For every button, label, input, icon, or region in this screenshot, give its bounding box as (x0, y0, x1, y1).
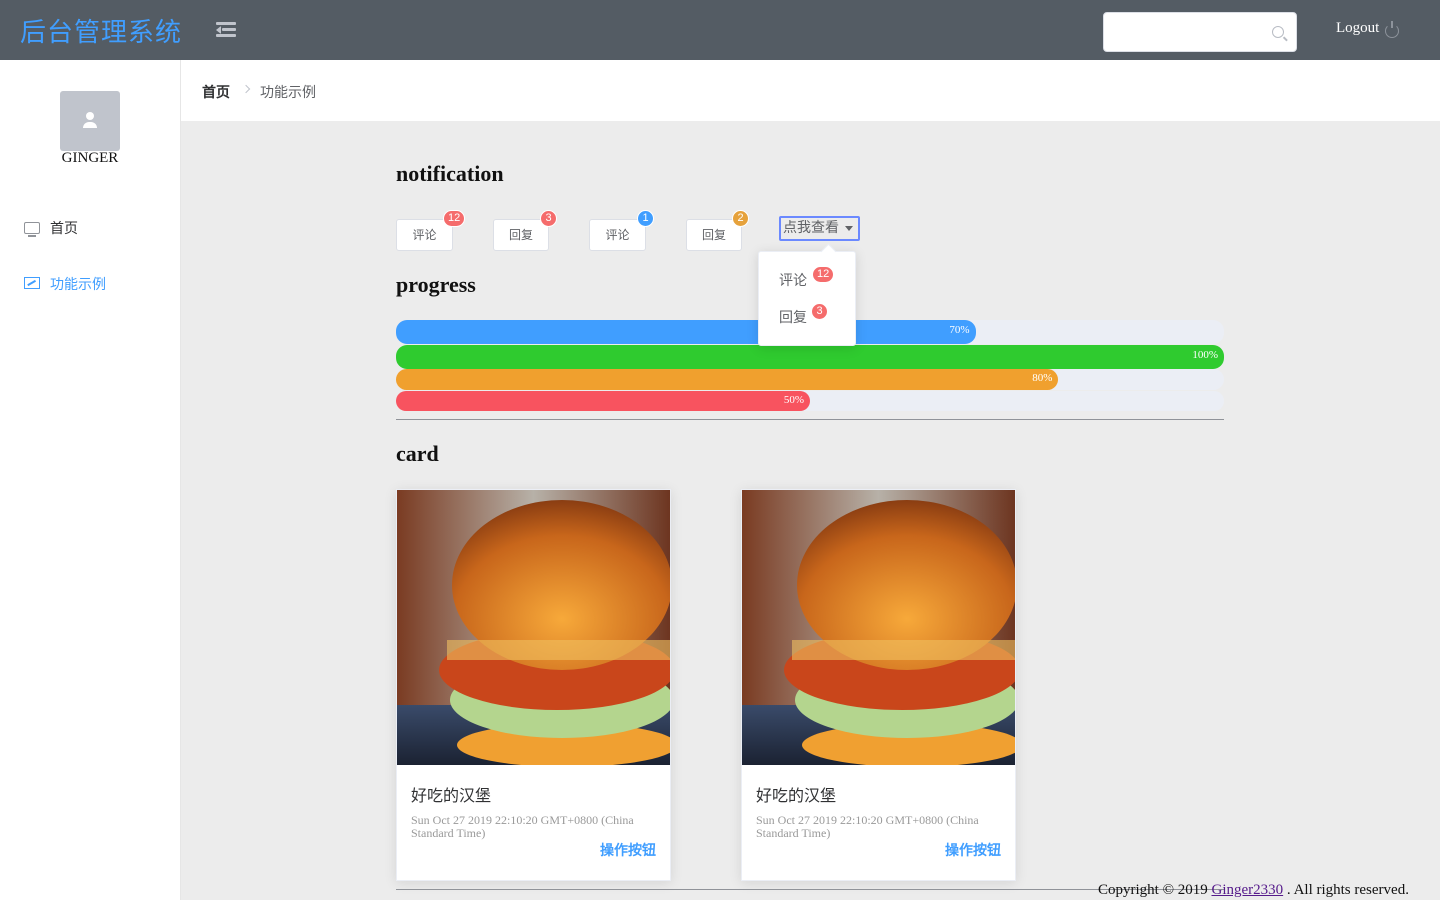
chevron-right-icon (241, 84, 251, 94)
button-label: 评论 (605, 228, 630, 242)
progress-fill: 100% (396, 345, 1224, 369)
badge-count: 3 (540, 210, 557, 227)
button-label: 回复 (701, 228, 726, 242)
breadcrumb: 首页 功能示例 (181, 60, 1440, 121)
power-icon[interactable] (1385, 21, 1399, 38)
product-card: 好吃的汉堡 Sun Oct 27 2019 22:10:20 GMT+0800 … (741, 489, 1016, 881)
caret-down-icon (845, 226, 853, 231)
username: GINGER (61, 150, 119, 166)
sidebar-item-label: 首页 (50, 222, 78, 237)
progress-text: 70% (949, 324, 970, 336)
card-title: 好吃的汉堡 (756, 788, 837, 805)
dropdown-trigger[interactable]: 点我查看 (779, 216, 860, 241)
product-card: 好吃的汉堡 Sun Oct 27 2019 22:10:20 GMT+0800 … (396, 489, 671, 881)
dropdown-item-label: 评论 (779, 274, 807, 289)
sidebar-item-examples[interactable]: 功能示例 (0, 256, 180, 312)
progress-fill: 50% (396, 391, 810, 411)
footer-author-link[interactable]: Ginger2330 (1211, 882, 1283, 898)
button-label: 评论 (412, 228, 437, 242)
dropdown-item-reply[interactable]: 回复 (779, 307, 807, 327)
progress-bar: 80% (396, 369, 1224, 390)
progress-text: 50% (783, 394, 804, 406)
card-time: Sun Oct 27 2019 22:10:20 GMT+0800 (China… (756, 813, 979, 840)
hamburger-photo (742, 490, 1015, 765)
section-title-progress: progress (396, 272, 476, 297)
sidebar: GINGER 首页 功能示例 (0, 60, 181, 900)
search-box (1103, 12, 1297, 52)
card-action-button[interactable]: 操作按钮 (945, 840, 1001, 860)
badge-count: 1 (637, 210, 654, 227)
menu-toggle-icon[interactable] (216, 21, 236, 39)
card-title: 好吃的汉堡 (411, 788, 492, 805)
footer-suffix: . All rights reserved. (1283, 882, 1409, 898)
hamburger-photo (397, 490, 670, 765)
badge-count: 12 (443, 210, 466, 227)
section-title-card: card (396, 441, 439, 466)
search-icon[interactable] (1272, 26, 1284, 38)
badge-count: 2 (732, 210, 749, 227)
section-title-notification: notification (396, 161, 504, 186)
avatar[interactable] (60, 91, 120, 151)
dropdown-item-comment[interactable]: 评论 (779, 270, 807, 290)
app-title: 后台管理系统 (20, 18, 183, 47)
progress-text: 80% (1032, 372, 1053, 384)
progress-bar: 50% (396, 391, 1224, 411)
footer-copyright: Copyright © 2019 Ginger2330 . All rights… (1098, 882, 1409, 899)
breadcrumb-home[interactable]: 首页 (202, 82, 230, 102)
card-action-button[interactable]: 操作按钮 (600, 840, 656, 860)
footer-prefix: Copyright © 2019 (1098, 882, 1212, 898)
progress-fill: 70% (396, 320, 976, 344)
sidebar-item-home[interactable]: 首页 (0, 200, 180, 256)
reply-button[interactable]: 回复 (493, 219, 549, 251)
button-label: 回复 (508, 228, 533, 242)
comment-button[interactable]: 评论 (589, 219, 646, 251)
presentation-icon (24, 277, 40, 289)
logout-button[interactable]: Logout (1336, 20, 1379, 37)
breadcrumb-current: 功能示例 (260, 86, 316, 101)
badge-count: 12 (812, 266, 835, 283)
badge-count: 3 (811, 303, 828, 320)
card-time: Sun Oct 27 2019 22:10:20 GMT+0800 (China… (411, 813, 634, 840)
dropdown-item-label: 回复 (779, 311, 807, 326)
progress-text: 100% (1192, 349, 1218, 361)
top-header: 后台管理系统 Logout (0, 0, 1440, 60)
divider (396, 419, 1224, 420)
progress-fill: 80% (396, 369, 1059, 390)
dropdown-menu: 评论 12 回复 3 (758, 243, 856, 346)
progress-bar: 100% (396, 345, 1224, 369)
sidebar-item-label: 功能示例 (50, 278, 106, 293)
dropdown-label: 点我查看 (783, 221, 839, 236)
monitor-icon (24, 222, 40, 237)
user-icon (86, 112, 94, 120)
search-input[interactable] (1114, 21, 1268, 45)
